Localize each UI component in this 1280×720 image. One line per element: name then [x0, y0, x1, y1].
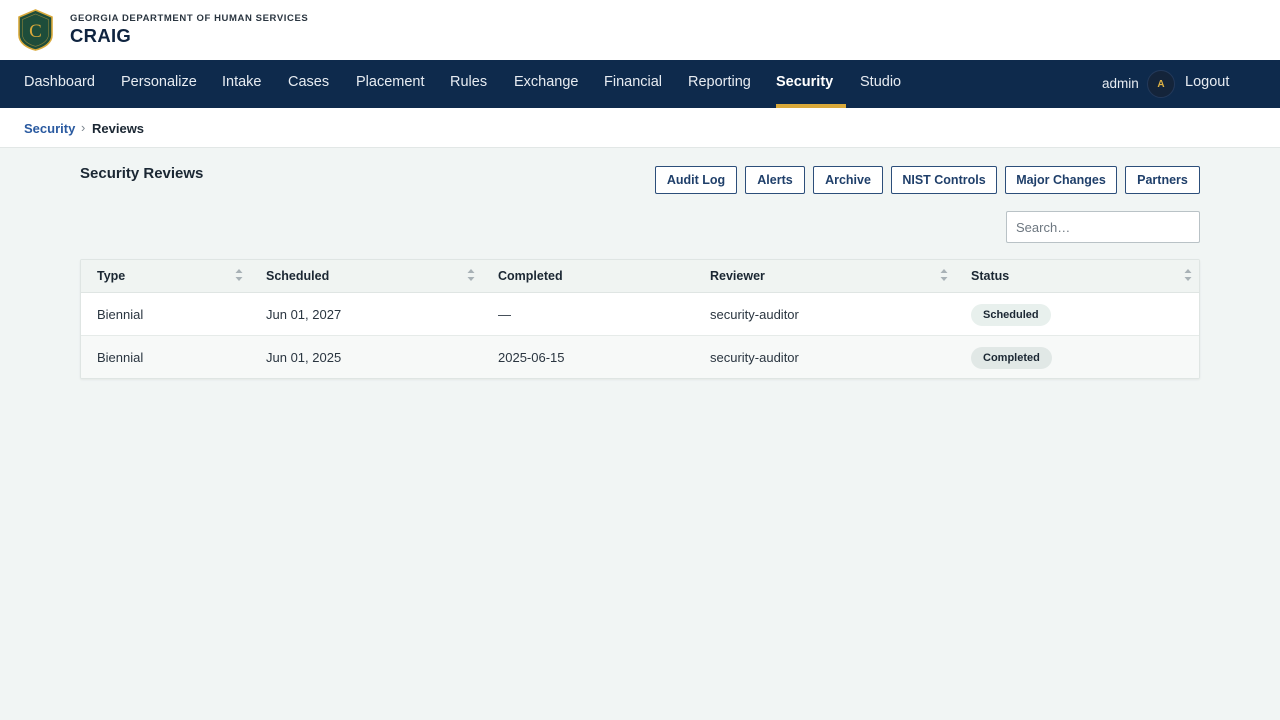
nav-item-rules[interactable]: Rules [450, 60, 487, 108]
cell-scheduled: Jun 01, 2027 [266, 307, 342, 322]
column-header-type[interactable]: Type [97, 269, 125, 283]
cell-type: Biennial [97, 350, 144, 365]
sort-icon[interactable] [1183, 268, 1193, 282]
nav-item-exchange[interactable]: Exchange [514, 60, 579, 108]
column-header-status[interactable]: Status [971, 269, 1009, 283]
audit-log-button[interactable]: Audit Log [655, 166, 737, 194]
page-title: Security Reviews [80, 165, 204, 182]
breadcrumb-current: Reviews [92, 121, 145, 136]
nav-item-reporting[interactable]: Reporting [688, 60, 751, 108]
cell-scheduled: Jun 01, 2025 [266, 350, 342, 365]
sort-icon[interactable] [466, 268, 476, 282]
cell-reviewer: security-auditor [710, 350, 799, 365]
major-changes-button[interactable]: Major Changes [1005, 166, 1117, 194]
cell-completed: — [498, 307, 511, 322]
table-row[interactable]: Biennial Jun 01, 2025 2025-06-15 securit… [81, 336, 1199, 378]
nav-item-financial[interactable]: Financial [604, 60, 662, 108]
sort-icon[interactable] [234, 268, 244, 282]
nav-item-studio[interactable]: Studio [860, 60, 901, 108]
column-header-reviewer[interactable]: Reviewer [710, 269, 765, 283]
brand-header: C GEORGIA DEPARTMENT OF HUMAN SERVICES C… [0, 0, 1280, 60]
app-name[interactable]: CRAIG [70, 25, 131, 47]
shield-logo-icon[interactable]: C [17, 9, 54, 51]
column-header-scheduled[interactable]: Scheduled [266, 269, 329, 283]
cell-reviewer: security-auditor [710, 307, 799, 322]
main-nav: Dashboard Personalize Intake Cases Place… [0, 60, 1280, 108]
breadcrumb-security-link[interactable]: Security [24, 121, 75, 136]
table-header: Type Scheduled Completed Reviewer Status [81, 260, 1199, 293]
nav-item-dashboard[interactable]: Dashboard [24, 60, 95, 108]
org-name: GEORGIA DEPARTMENT OF HUMAN SERVICES [70, 13, 309, 24]
logout-link[interactable]: Logout [1185, 60, 1229, 108]
column-header-completed: Completed [498, 269, 563, 283]
status-badge: Scheduled [971, 304, 1051, 326]
partners-button[interactable]: Partners [1125, 166, 1200, 194]
cell-completed: 2025-06-15 [498, 350, 565, 365]
reviews-table: Type Scheduled Completed Reviewer Status… [80, 259, 1200, 379]
nist-controls-button[interactable]: NIST Controls [891, 166, 997, 194]
avatar[interactable]: A [1147, 70, 1175, 98]
alerts-button[interactable]: Alerts [745, 166, 805, 194]
table-row[interactable]: Biennial Jun 01, 2027 — security-auditor… [81, 293, 1199, 336]
cell-type: Biennial [97, 307, 144, 322]
nav-item-cases[interactable]: Cases [288, 60, 329, 108]
breadcrumb-separator: › [81, 120, 86, 135]
nav-item-personalize[interactable]: Personalize [121, 60, 197, 108]
logo-letter: C [29, 21, 42, 42]
breadcrumb: Security › Reviews [0, 108, 1280, 148]
user-name: admin [1102, 76, 1139, 91]
nav-item-intake[interactable]: Intake [222, 60, 262, 108]
search-input[interactable] [1006, 211, 1200, 243]
nav-item-security[interactable]: Security [776, 60, 833, 108]
archive-button[interactable]: Archive [813, 166, 883, 194]
sort-icon[interactable] [939, 268, 949, 282]
status-badge: Completed [971, 347, 1052, 369]
nav-item-placement[interactable]: Placement [356, 60, 425, 108]
